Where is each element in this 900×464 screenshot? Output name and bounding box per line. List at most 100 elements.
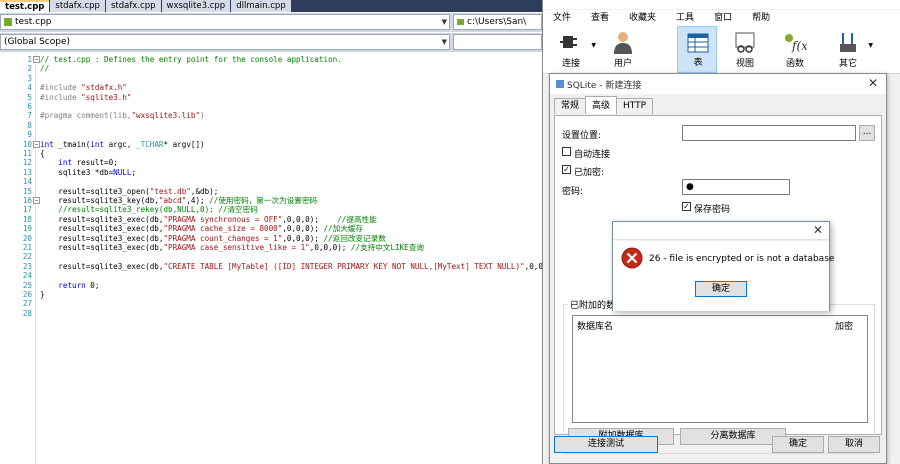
line-number: 16 <box>22 196 32 205</box>
save-password-checkbox[interactable]: ✓ <box>682 202 691 211</box>
menu-favorites[interactable]: 收藏夹 <box>619 10 666 26</box>
code-token: "CREATE TABLE [MyTable] ([ID] INTEGER PR… <box>163 261 525 271</box>
encrypted-checkbox[interactable]: ✓ <box>562 165 571 174</box>
settings-location-field[interactable] <box>682 125 856 141</box>
code-line[interactable]: //result=sqlite3_rekey(db,NULL,0); //清空密… <box>40 205 258 214</box>
connect-button[interactable]: ▼ 连接 <box>551 26 596 73</box>
code-line[interactable]: sqlite3 *db=NULL; <box>40 168 136 177</box>
code-line[interactable]: #include "stdafx.h" <box>40 83 127 92</box>
menu-help[interactable]: 帮助 <box>742 10 780 26</box>
code-line[interactable]: // <box>40 64 49 73</box>
code-token: result=sqlite3_exec(db, <box>40 243 164 252</box>
code-token: ) <box>200 111 205 121</box>
code-editor[interactable]: 1 2 3 4 5 6 7 8 9 10 11 12 13 14 15 16 17 18 19 20 21 22 23 24 2… <box>0 53 561 464</box>
svg-text:f(x): f(x) <box>791 39 807 53</box>
code-line[interactable]: { <box>40 149 45 158</box>
tab-test-cpp[interactable]: test.cpp <box>0 0 50 12</box>
password-label: 密码: <box>562 187 584 197</box>
line-number: 15 <box>22 186 32 196</box>
code-line[interactable]: result=sqlite3_key(db,"abcd",4); //使用密码，… <box>40 196 317 205</box>
member-combo[interactable] <box>453 34 542 50</box>
tab-wxsqlite3-cpp[interactable]: wxsqlite3.cpp <box>161 0 231 12</box>
main-toolbar: ▼ 连接 用户 表 视图 f(x) 函数 ▼ 其它 <box>543 26 900 74</box>
code-line[interactable]: } <box>40 290 45 299</box>
tab-advanced[interactable]: 高级 <box>585 96 618 114</box>
attached-databases-grid[interactable]: 数据库名 加密 <box>572 315 868 423</box>
code-line[interactable]: result=sqlite3_exec(db,"CREATE TABLE [My… <box>40 262 561 271</box>
path-combo[interactable]: c:\Users\San\ <box>453 14 542 30</box>
browse-button[interactable]: ... <box>859 125 875 141</box>
scope-combo[interactable]: (Global Scope) ▼ <box>0 34 450 50</box>
tab-general[interactable]: 常规 <box>554 98 587 114</box>
dialog-title-text: SQLite - 新建连接 <box>567 81 642 91</box>
line-number: 12 <box>22 158 32 168</box>
code-line[interactable]: // test.cpp : Defines the entry point fo… <box>40 55 342 64</box>
line-number: 9 <box>27 130 32 140</box>
user-button[interactable]: 用户 <box>603 26 643 73</box>
code-token: _TCHAR <box>136 139 164 149</box>
function-button[interactable]: f(x) 函数 <box>775 26 815 73</box>
encrypted-label: 已加密: <box>574 168 605 178</box>
cancel-button[interactable]: 取消 <box>828 436 880 453</box>
menu-file[interactable]: 文件 <box>543 10 581 26</box>
view-label: 视图 <box>735 59 754 69</box>
editor-tab-bar: test.cpp stdafx.cpp stdafx.cpp wxsqlite3… <box>0 0 542 12</box>
table-button[interactable]: 表 <box>677 26 717 73</box>
auto-connect-checkbox[interactable] <box>562 147 571 156</box>
view-button[interactable]: 视图 <box>725 26 765 73</box>
user-icon <box>614 32 632 54</box>
code-token: result=sqlite3_exec(db, <box>40 224 164 234</box>
code-line[interactable]: result=sqlite3_exec(db,"PRAGMA synchrono… <box>40 215 376 224</box>
close-icon[interactable]: ✕ <box>868 76 878 90</box>
code-line[interactable]: result=sqlite3_open("test.db",&db); <box>40 187 218 196</box>
detach-database-button[interactable]: 分离数据库 <box>680 428 786 445</box>
ok-button[interactable]: 确定 <box>772 436 824 453</box>
close-icon[interactable]: ✕ <box>813 223 823 237</box>
other-button[interactable]: ▼ 其它 <box>828 26 873 73</box>
code-line[interactable]: int _tmain(int argc, _TCHAR* argv[]) <box>40 140 205 149</box>
code-line[interactable]: #pragma comment(lib,"wxsqlite3.lib") <box>40 111 205 120</box>
password-field[interactable]: ● <box>682 179 790 195</box>
code-token: ,&db); <box>190 186 219 196</box>
code-line[interactable]: result=sqlite3_exec(db,"PRAGMA count_cha… <box>40 234 386 243</box>
code-token: { <box>40 149 45 158</box>
code-line[interactable]: return 0; <box>40 281 99 290</box>
fold-toggle-icon[interactable]: − <box>33 197 40 204</box>
code-token: "PRAGMA count_changes = 1" <box>163 233 283 243</box>
tab-http[interactable]: HTTP <box>616 98 654 114</box>
line-number: 1 <box>27 55 32 64</box>
tab-stdafx-cpp[interactable]: stdafx.cpp <box>50 0 105 12</box>
line-number: 2 <box>27 64 32 74</box>
scope-bar: (Global Scope) ▼ <box>0 33 542 52</box>
file-combo[interactable]: test.cpp ▼ <box>0 14 450 30</box>
code-line[interactable]: result=sqlite3_exec(db,"PRAGMA cache_siz… <box>40 224 363 233</box>
code-token: "test.db" <box>149 186 191 196</box>
tab-dllmain-cpp[interactable]: dllmain.cpp <box>231 0 291 12</box>
code-token: "PRAGMA cache_size = 8000" <box>163 224 283 234</box>
fold-toggle-icon[interactable]: − <box>33 56 40 63</box>
code-line[interactable]: #include "sqlite3.h" <box>40 93 131 102</box>
plug-icon <box>560 36 577 48</box>
code-token: 0; <box>85 280 100 290</box>
tab-stdafx-cpp-2[interactable]: stdafx.cpp <box>105 0 161 12</box>
line-number: 17 <box>22 205 32 215</box>
menu-window[interactable]: 窗口 <box>704 10 742 26</box>
folder-icon <box>457 18 464 25</box>
line-number: 4 <box>27 83 32 93</box>
fold-toggle-icon[interactable]: − <box>33 140 40 148</box>
code-line[interactable]: result=sqlite3_exec(db,"PRAGMA case_sens… <box>40 243 424 252</box>
code-line[interactable]: int result=0; <box>40 158 117 167</box>
menu-tools[interactable]: 工具 <box>666 10 704 26</box>
error-ok-button[interactable]: 确定 <box>695 281 747 297</box>
chevron-down-icon: ▼ <box>868 42 873 49</box>
line-number: 13 <box>22 167 32 177</box>
function-icon: f(x) <box>785 34 807 53</box>
menu-view[interactable]: 查看 <box>581 10 619 26</box>
code-token: sqlite3 *db= <box>40 167 114 177</box>
test-connection-button[interactable]: 连接测试 <box>554 436 658 453</box>
error-dialog-footer: 确定 <box>613 281 829 299</box>
code-token: //支持中文LIKE查询 <box>350 243 424 252</box>
save-password-label: 保存密码 <box>694 205 731 215</box>
tools-icon <box>840 33 856 52</box>
line-number: 23 <box>22 261 32 271</box>
